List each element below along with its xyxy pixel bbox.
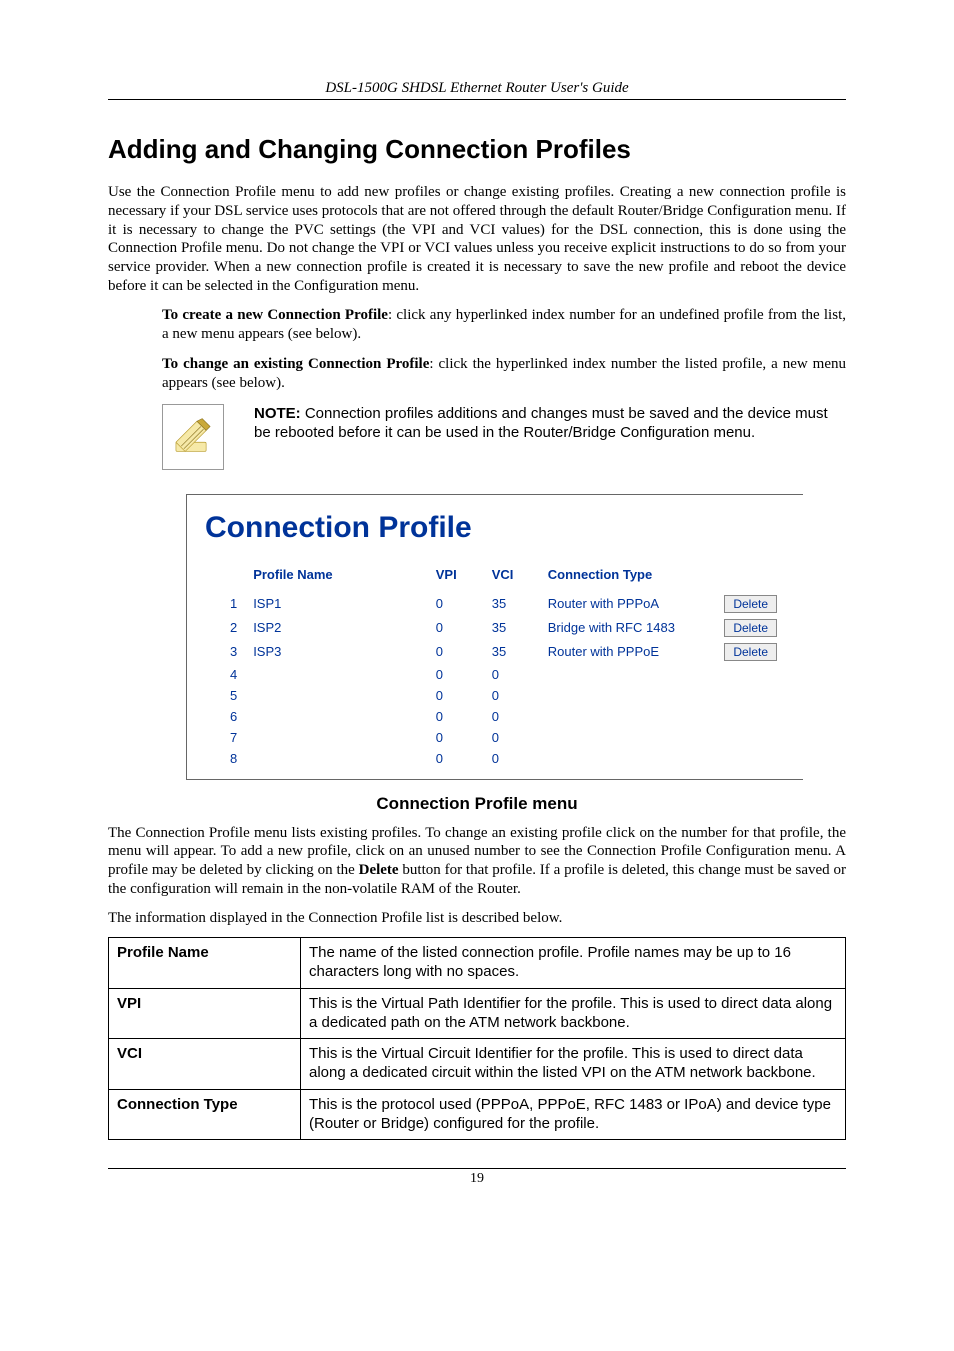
- section-title: Adding and Changing Connection Profiles: [108, 134, 846, 165]
- cp-row-index-link[interactable]: 7: [205, 727, 245, 748]
- cp-row-action: Delete: [716, 640, 785, 664]
- cp-row-name: [245, 706, 428, 727]
- cp-row-vpi: 0: [428, 685, 484, 706]
- page-number: 19: [108, 1168, 846, 1187]
- desc-row: VPIThis is the Virtual Path Identifier f…: [109, 988, 846, 1039]
- cp-row-vci: 35: [484, 640, 540, 664]
- cp-th-ctype: Connection Type: [540, 563, 717, 592]
- desc-text: This is the Virtual Path Identifier for …: [301, 988, 846, 1039]
- cp-row-vpi: 0: [428, 592, 484, 616]
- cp-row-action: [716, 706, 785, 727]
- desc-label: Profile Name: [109, 938, 301, 989]
- cp-th-name: Profile Name: [245, 563, 428, 592]
- cp-row-connection-type: Bridge with RFC 1483: [540, 616, 717, 640]
- after1-bold: Delete: [359, 862, 399, 878]
- figure-caption: Connection Profile menu: [108, 794, 846, 814]
- cp-row: 1ISP1035Router with PPPoA Delete: [205, 592, 785, 616]
- desc-label: Connection Type: [109, 1089, 301, 1140]
- cp-row-action: [716, 727, 785, 748]
- running-head: DSL-1500G SHDSL Ethernet Router User's G…: [108, 80, 846, 100]
- cp-row-name: [245, 748, 428, 769]
- cp-row-vpi: 0: [428, 616, 484, 640]
- cp-row-name: ISP2: [245, 616, 428, 640]
- note-icon: [162, 404, 224, 470]
- cp-row: 2ISP2035Bridge with RFC 1483 Delete: [205, 616, 785, 640]
- cp-table: Profile Name VPI VCI Connection Type 1IS…: [205, 563, 785, 769]
- cp-row-vci: 0: [484, 685, 540, 706]
- change-instruction: To change an existing Connection Profile…: [162, 355, 846, 394]
- cp-row-name: ISP3: [245, 640, 428, 664]
- desc-row: Profile NameThe name of the listed conne…: [109, 938, 846, 989]
- cp-row-action: [716, 685, 785, 706]
- create-instruction: To create a new Connection Profile: clic…: [162, 306, 846, 345]
- desc-label: VCI: [109, 1039, 301, 1090]
- delete-button[interactable]: Delete: [724, 643, 777, 661]
- cp-row-vpi: 0: [428, 706, 484, 727]
- cp-th-action: [716, 563, 785, 592]
- cp-row-action: Delete: [716, 592, 785, 616]
- after-paragraph-2: The information displayed in the Connect…: [108, 909, 846, 928]
- cp-row-vpi: 0: [428, 727, 484, 748]
- create-bold: To create a new Connection Profile: [162, 307, 388, 323]
- delete-button[interactable]: Delete: [724, 595, 777, 613]
- desc-text: This is the Virtual Circuit Identifier f…: [301, 1039, 846, 1090]
- intro-paragraph: Use the Connection Profile menu to add n…: [108, 183, 846, 296]
- cp-row-action: Delete: [716, 616, 785, 640]
- cp-th-idx: [205, 563, 245, 592]
- note-bold: NOTE:: [254, 405, 301, 422]
- cp-row-name: ISP1: [245, 592, 428, 616]
- note-rest: Connection profiles additions and change…: [254, 405, 828, 442]
- cp-row-name: [245, 685, 428, 706]
- cp-row-vpi: 0: [428, 664, 484, 685]
- desc-row: VCIThis is the Virtual Circuit Identifie…: [109, 1039, 846, 1090]
- delete-button[interactable]: Delete: [724, 619, 777, 637]
- desc-text: This is the protocol used (PPPoA, PPPoE,…: [301, 1089, 846, 1140]
- description-table: Profile NameThe name of the listed conne…: [108, 937, 846, 1140]
- cp-row-connection-type: [540, 748, 717, 769]
- cp-row-connection-type: [540, 664, 717, 685]
- cp-row-action: [716, 664, 785, 685]
- cp-row-index-link[interactable]: 2: [205, 616, 245, 640]
- connection-profile-panel: Connection Profile Profile Name VPI VCI …: [186, 494, 803, 780]
- desc-label: VPI: [109, 988, 301, 1039]
- cp-row-vci: 35: [484, 592, 540, 616]
- cp-row-vci: 0: [484, 727, 540, 748]
- cp-row: 4 00: [205, 664, 785, 685]
- cp-row: 7 00: [205, 727, 785, 748]
- cp-row-index-link[interactable]: 8: [205, 748, 245, 769]
- cp-row-connection-type: Router with PPPoE: [540, 640, 717, 664]
- cp-row-index-link[interactable]: 3: [205, 640, 245, 664]
- cp-row-name: [245, 727, 428, 748]
- cp-row: 6 00: [205, 706, 785, 727]
- cp-row-index-link[interactable]: 6: [205, 706, 245, 727]
- cp-row-name: [245, 664, 428, 685]
- cp-row-connection-type: [540, 685, 717, 706]
- note-text: NOTE: Connection profiles additions and …: [254, 404, 846, 443]
- cp-title: Connection Profile: [205, 511, 785, 545]
- cp-row-index-link[interactable]: 1: [205, 592, 245, 616]
- cp-row-connection-type: [540, 706, 717, 727]
- cp-row-action: [716, 748, 785, 769]
- cp-row-connection-type: [540, 727, 717, 748]
- cp-row-index-link[interactable]: 5: [205, 685, 245, 706]
- cp-row-vci: 0: [484, 706, 540, 727]
- cp-row: 5 00: [205, 685, 785, 706]
- cp-row-vpi: 0: [428, 748, 484, 769]
- cp-row-vpi: 0: [428, 640, 484, 664]
- cp-row-vci: 0: [484, 748, 540, 769]
- after-paragraph-1: The Connection Profile menu lists existi…: [108, 824, 846, 899]
- cp-row-index-link[interactable]: 4: [205, 664, 245, 685]
- cp-th-vci: VCI: [484, 563, 540, 592]
- cp-row: 3ISP3035Router with PPPoE Delete: [205, 640, 785, 664]
- cp-th-vpi: VPI: [428, 563, 484, 592]
- change-bold: To change an existing Connection Profile: [162, 356, 429, 372]
- desc-row: Connection TypeThis is the protocol used…: [109, 1089, 846, 1140]
- cp-row-vci: 0: [484, 664, 540, 685]
- cp-row-connection-type: Router with PPPoA: [540, 592, 717, 616]
- cp-row: 8 00: [205, 748, 785, 769]
- desc-text: The name of the listed connection profil…: [301, 938, 846, 989]
- cp-row-vci: 35: [484, 616, 540, 640]
